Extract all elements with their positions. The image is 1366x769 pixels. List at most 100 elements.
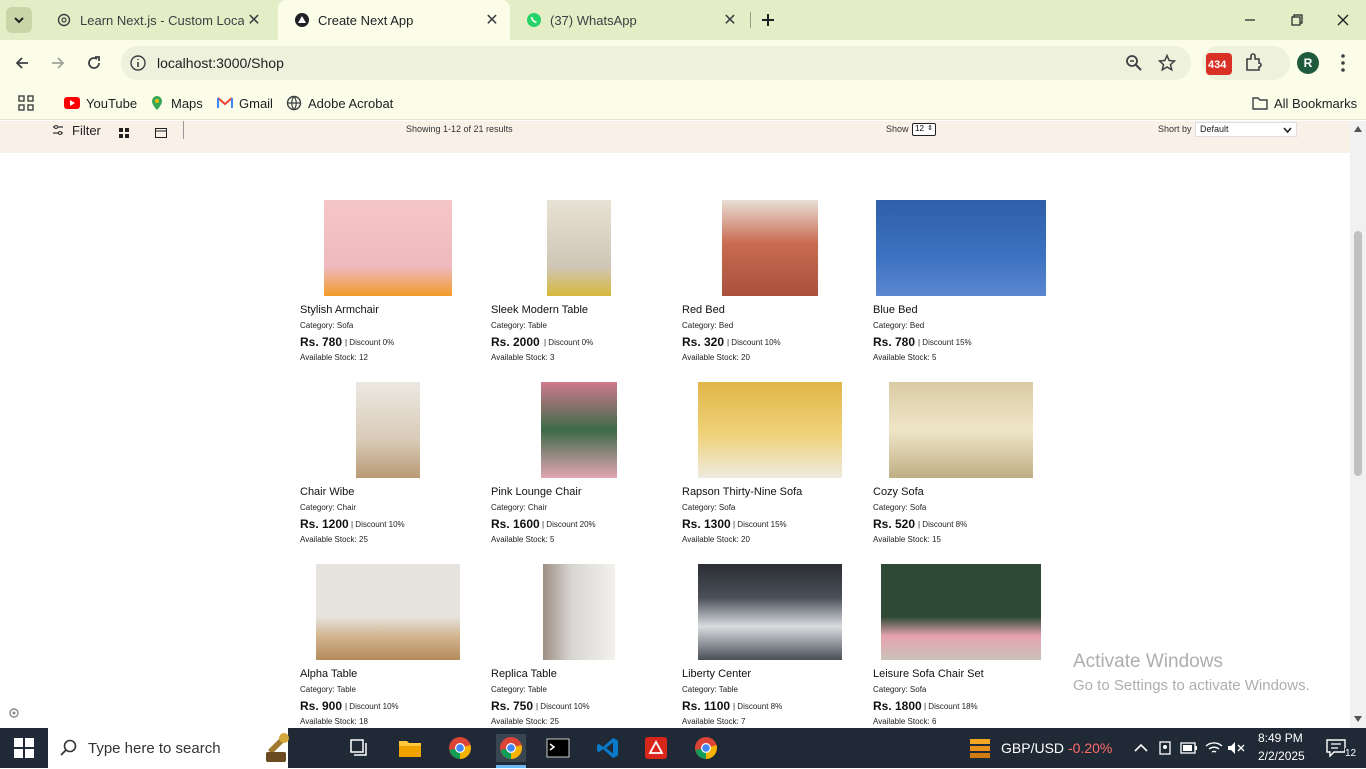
chrome-icon[interactable]	[446, 734, 474, 762]
tab-whatsapp[interactable]: (37) WhatsApp ✕	[510, 0, 748, 40]
task-view-icon[interactable]	[346, 734, 374, 762]
chrome-alt-icon[interactable]	[692, 734, 720, 762]
restore-button[interactable]	[1283, 10, 1311, 30]
product-name[interactable]: Cozy Sofa	[873, 486, 924, 498]
clock-time[interactable]: 8:49 PM	[1258, 731, 1303, 745]
taskbar-search[interactable]: Type here to search	[48, 728, 289, 768]
product-name[interactable]: Alpha Table	[300, 668, 357, 680]
forward-button[interactable]	[43, 48, 73, 78]
bookmark-star-icon[interactable]	[1157, 53, 1177, 77]
product-card[interactable]: Sleek Modern Table Category: Table Rs. 2…	[491, 200, 671, 375]
filter-button[interactable]: Filter	[52, 122, 101, 138]
product-card[interactable]: Chair Wibe Category: Chair Rs. 1200 | Di…	[300, 382, 480, 557]
new-tab-button[interactable]	[756, 8, 780, 32]
file-explorer-icon[interactable]	[396, 734, 424, 762]
tab-title: Create Next App	[318, 12, 414, 28]
close-window-button[interactable]	[1329, 10, 1357, 30]
menu-kebab-icon[interactable]	[1340, 53, 1346, 73]
start-button[interactable]	[10, 734, 38, 762]
gmail-icon	[217, 95, 233, 111]
product-name[interactable]: Chair Wibe	[300, 486, 354, 498]
bookmark-youtube[interactable]: YouTube	[64, 92, 137, 114]
product-name[interactable]: Liberty Center	[682, 668, 751, 680]
bookmark-gmail[interactable]: Gmail	[217, 92, 273, 114]
bookmark-maps[interactable]: Maps	[149, 92, 203, 114]
product-card[interactable]: Stylish Armchair Category: Sofa Rs. 780 …	[300, 200, 480, 375]
product-card[interactable]: Replica Table Category: Table Rs. 750 | …	[491, 564, 671, 728]
bookmark-adobe-acrobat[interactable]: Adobe Acrobat	[286, 92, 393, 114]
product-price: Rs. 320	[682, 335, 725, 349]
close-icon[interactable]: ✕	[244, 10, 264, 30]
gramophone-icon	[262, 732, 292, 764]
product-name[interactable]: Rapson Thirty-Nine Sofa	[682, 486, 802, 498]
product-name[interactable]: Blue Bed	[873, 304, 918, 316]
page-scrollbar[interactable]	[1350, 121, 1366, 728]
product-price: Rs. 520	[873, 517, 916, 531]
tab-search-button[interactable]	[6, 7, 32, 33]
settings-cog-icon[interactable]	[8, 706, 20, 724]
product-image[interactable]	[547, 200, 611, 296]
product-name[interactable]: Leisure Sofa Chair Set	[873, 668, 984, 680]
close-icon[interactable]: ✕	[720, 10, 740, 30]
product-card[interactable]: Alpha Table Category: Table Rs. 900 | Di…	[300, 564, 480, 728]
product-card[interactable]: Leisure Sofa Chair Set Category: Sofa Rs…	[873, 564, 1053, 728]
nextjs-triangle-icon	[294, 12, 310, 28]
volume-muted-icon[interactable]	[1222, 734, 1250, 762]
product-card[interactable]: Red Bed Category: Bed Rs. 320 | Discount…	[682, 200, 862, 375]
product-card[interactable]: Rapson Thirty-Nine Sofa Category: Sofa R…	[682, 382, 862, 557]
zoom-icon[interactable]	[1125, 54, 1143, 77]
list-view-icon[interactable]	[155, 125, 167, 143]
product-image[interactable]	[722, 200, 818, 296]
reload-button[interactable]	[79, 48, 109, 78]
product-card[interactable]: Pink Lounge Chair Category: Chair Rs. 16…	[491, 382, 671, 557]
acrobat-icon[interactable]	[642, 734, 670, 762]
product-image[interactable]	[324, 200, 452, 296]
product-category: Category: Sofa	[300, 321, 354, 330]
ticker-pair[interactable]: GBP/USD	[1001, 740, 1064, 756]
site-info-icon[interactable]	[129, 54, 147, 72]
chrome-profile-icon[interactable]	[496, 734, 526, 762]
close-icon[interactable]: ✕	[482, 10, 502, 30]
sort-select[interactable]: Default	[1195, 122, 1297, 137]
all-bookmarks-button[interactable]: All Bookmarks	[1252, 92, 1357, 114]
extensions-puzzle-icon[interactable]	[1244, 52, 1264, 77]
product-image[interactable]	[316, 564, 460, 660]
product-image[interactable]	[698, 382, 842, 478]
clock-date[interactable]: 2/2/2025	[1258, 749, 1305, 763]
battery-icon[interactable]	[1175, 734, 1203, 762]
product-name[interactable]: Sleek Modern Table	[491, 304, 588, 316]
terminal-icon[interactable]	[544, 734, 572, 762]
show-count-input[interactable]: 12 ⇕	[912, 123, 936, 136]
address-bar[interactable]: localhost:3000/Shop	[121, 46, 1191, 80]
product-price: Rs. 780	[873, 335, 916, 349]
tab-create-next-app[interactable]: Create Next App ✕	[278, 0, 510, 40]
scroll-up-icon[interactable]	[1354, 126, 1362, 132]
extension-badge-icon[interactable]: 434	[1206, 53, 1232, 75]
product-image[interactable]	[543, 564, 615, 660]
back-button[interactable]	[7, 48, 37, 78]
product-card[interactable]: Liberty Center Category: Table Rs. 1100 …	[682, 564, 862, 728]
scroll-down-icon[interactable]	[1354, 716, 1362, 722]
apps-grid-icon[interactable]	[18, 92, 34, 114]
product-name[interactable]: Red Bed	[682, 304, 725, 316]
tab-learn-nextjs[interactable]: Learn Next.js - Custom Localhost ✕	[40, 0, 272, 40]
product-name[interactable]: Replica Table	[491, 668, 557, 680]
product-name[interactable]: Stylish Armchair	[300, 304, 379, 316]
reload-icon	[88, 56, 100, 69]
product-image[interactable]	[876, 200, 1046, 296]
grid-view-icon[interactable]	[119, 125, 129, 143]
product-card[interactable]: Blue Bed Category: Bed Rs. 780 | Discoun…	[873, 200, 1053, 375]
product-image[interactable]	[889, 382, 1033, 478]
product-category: Category: Sofa	[873, 685, 927, 694]
product-card[interactable]: Cozy Sofa Category: Sofa Rs. 520 | Disco…	[873, 382, 1053, 557]
product-image[interactable]	[698, 564, 842, 660]
product-name[interactable]: Pink Lounge Chair	[491, 486, 582, 498]
profile-avatar[interactable]: R	[1297, 52, 1319, 74]
minimize-button[interactable]	[1236, 10, 1264, 30]
product-image[interactable]	[356, 382, 420, 478]
bookmark-label: Maps	[171, 95, 203, 111]
product-image[interactable]	[881, 564, 1041, 660]
vscode-icon[interactable]	[594, 734, 622, 762]
scrollbar-thumb[interactable]	[1354, 231, 1362, 476]
product-image[interactable]	[541, 382, 617, 478]
